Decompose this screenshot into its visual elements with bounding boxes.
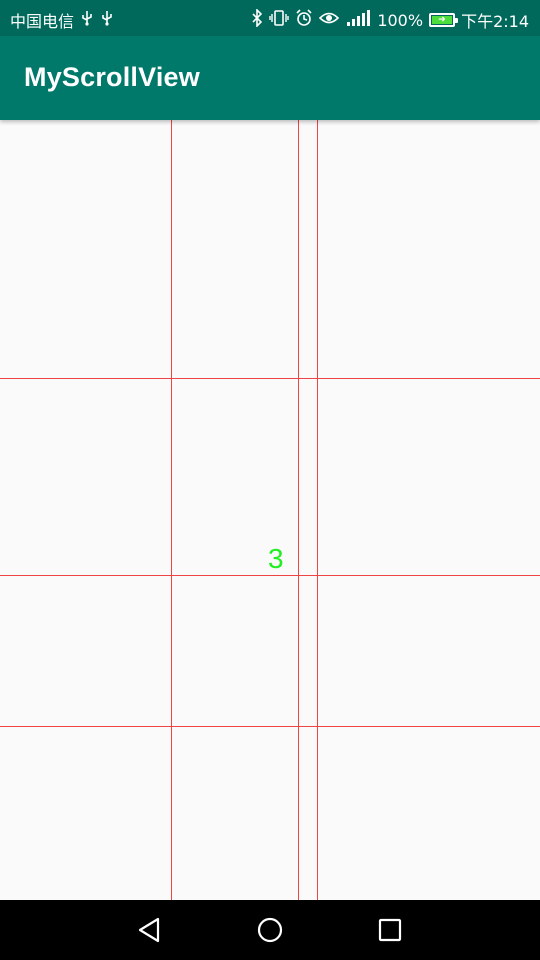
number-label: 3 <box>268 543 284 574</box>
horizontal-grid-line <box>0 726 540 727</box>
status-right: 100% ➜ 下午2:14 <box>251 8 529 32</box>
back-icon <box>138 917 160 943</box>
vibrate-icon <box>269 9 290 31</box>
navigation-bar <box>0 900 540 960</box>
battery-icon: ➜ <box>429 13 459 27</box>
carrier-name: 中国电信 <box>10 12 75 31</box>
scroll-view[interactable]: 3 <box>0 120 540 900</box>
charging-icon: ➜ <box>438 15 446 25</box>
back-button[interactable] <box>132 912 168 948</box>
bluetooth-icon <box>251 8 263 31</box>
home-icon <box>257 917 283 943</box>
horizontal-grid-line <box>0 378 540 379</box>
usb-icon <box>100 10 114 30</box>
usb-icon <box>80 10 94 30</box>
screen: 中国电信 100% ➜ 下午2:14 MyScrollView 3 <box>0 0 540 960</box>
home-button[interactable] <box>252 912 288 948</box>
vertical-grid-line <box>317 120 318 900</box>
recents-button[interactable] <box>372 912 408 948</box>
vertical-grid-line <box>298 120 299 900</box>
signal-icon <box>345 9 371 31</box>
horizontal-grid-line <box>0 575 540 576</box>
recents-icon <box>378 918 402 942</box>
vertical-grid-line <box>171 120 172 900</box>
clock: 下午2:14 <box>461 12 529 31</box>
status-left: 中国电信 <box>10 8 114 32</box>
app-title: MyScrollView <box>24 62 200 92</box>
alarm-icon <box>295 9 313 31</box>
status-bar: 中国电信 100% ➜ 下午2:14 <box>0 0 540 36</box>
battery-percent: 100% <box>377 10 424 30</box>
app-bar: MyScrollView <box>0 36 540 120</box>
eye-icon <box>319 10 340 30</box>
